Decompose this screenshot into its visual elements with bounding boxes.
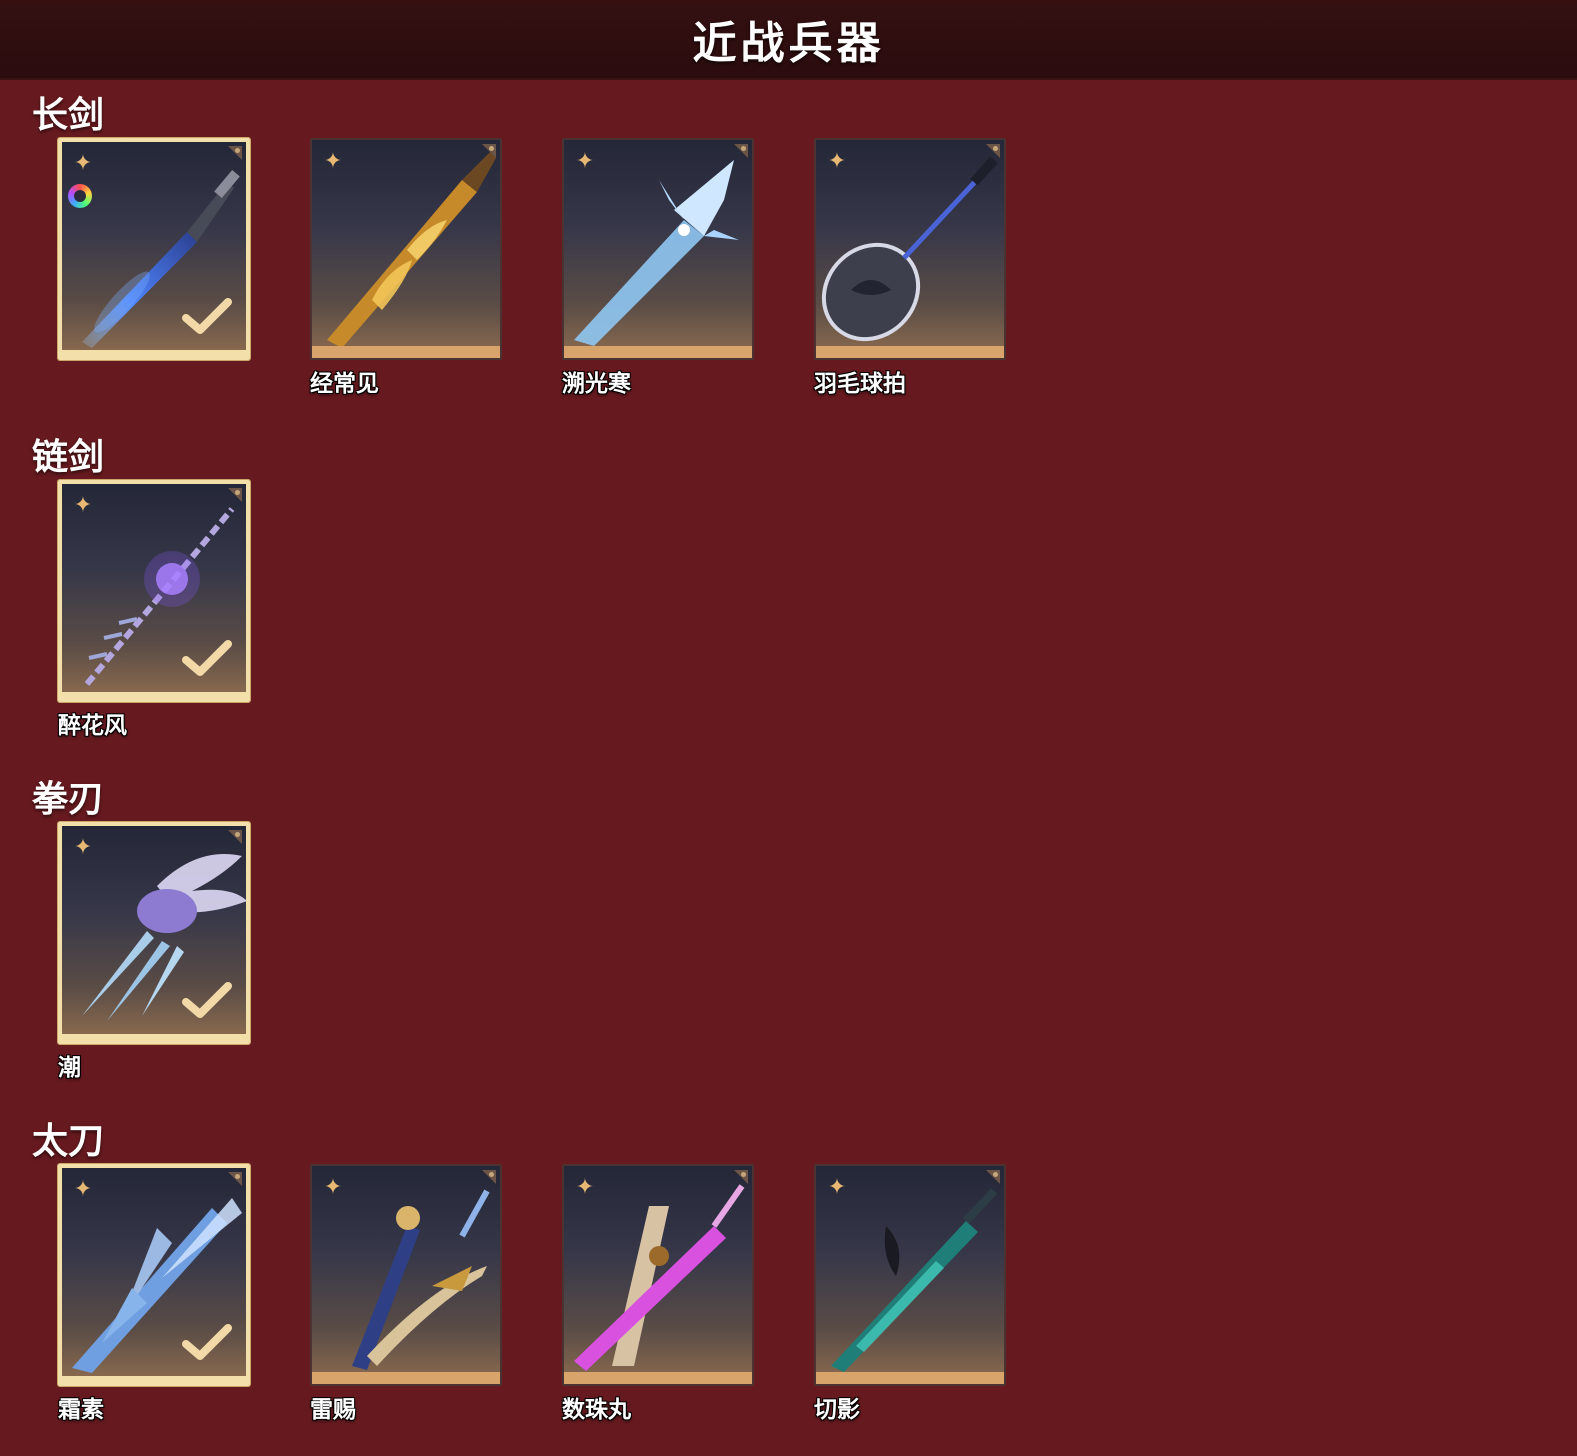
weapon-card-longsword-3[interactable]: ✦ 羽毛球拍 — [814, 138, 1006, 397]
star-emblem-icon: ✦ — [73, 835, 93, 860]
weapon-frame: ✦ — [310, 1164, 502, 1386]
weapon-frame: ✦ — [58, 138, 250, 360]
star-emblem-icon: ✦ — [73, 493, 93, 518]
weapon-name: 经常见 — [310, 371, 379, 397]
weapon-name: 潮 — [58, 1055, 81, 1081]
weapon-name: 霜素 — [58, 1397, 104, 1423]
section-title-longsword: 长剑 — [32, 95, 105, 136]
checkmark-icon — [182, 1324, 232, 1360]
checkmark-icon — [182, 640, 232, 676]
weapon-frame: ✦ — [58, 822, 250, 1044]
checkmark-icon — [182, 982, 232, 1018]
weapon-card-chainsword-0[interactable]: ✦ 醉花风 — [58, 480, 250, 739]
card-bottom-strip — [564, 346, 752, 358]
weapon-name: 溯光寒 — [562, 371, 631, 397]
weapon-frame: ✦ — [562, 138, 754, 360]
star-emblem-icon: ✦ — [323, 149, 343, 174]
card-bottom-strip — [62, 350, 246, 356]
star-emblem-icon: ✦ — [73, 151, 93, 176]
checkmark-icon — [182, 298, 232, 334]
star-emblem-icon: ✦ — [827, 1175, 847, 1200]
section-title-chainsword: 链剑 — [32, 437, 105, 478]
card-bottom-strip — [816, 1372, 1004, 1384]
weapon-card-longsword-1[interactable]: ✦ 经常见 — [310, 138, 502, 397]
weapon-card-fistblade-0[interactable]: ✦ 潮 — [58, 822, 250, 1081]
card-bottom-strip — [312, 1372, 500, 1384]
page-title: 近战兵器 — [692, 18, 885, 69]
weapon-name: 切影 — [814, 1397, 860, 1423]
weapon-frame: ✦ — [58, 480, 250, 702]
card-bottom-strip — [62, 692, 246, 698]
card-bottom-strip — [62, 1034, 246, 1040]
weapon-card-longsword-0[interactable]: ✦ — [58, 138, 250, 360]
weapon-frame: ✦ — [310, 138, 502, 360]
card-bottom-strip — [312, 346, 500, 358]
weapon-card-katana-1[interactable]: ✦ 雷赐 — [310, 1164, 502, 1423]
weapon-card-katana-3[interactable]: ✦ 切影 — [814, 1164, 1006, 1423]
star-emblem-icon: ✦ — [827, 149, 847, 174]
card-bottom-strip — [816, 346, 1004, 358]
weapon-card-longsword-2[interactable]: ✦ 溯光寒 — [562, 138, 754, 397]
header-bar: 近战兵器 — [0, 0, 1577, 80]
section-title-fistblade: 拳刃 — [32, 779, 105, 820]
color-ring-icon — [68, 184, 92, 208]
card-bottom-strip — [564, 1372, 752, 1384]
weapon-frame: ✦ — [814, 1164, 1006, 1386]
weapon-frame: ✦ — [562, 1164, 754, 1386]
weapon-frame: ✦ — [58, 1164, 250, 1386]
star-emblem-icon: ✦ — [323, 1175, 343, 1200]
section-title-katana: 太刀 — [32, 1121, 105, 1162]
weapon-name: 数珠丸 — [562, 1397, 631, 1423]
weapon-name: 雷赐 — [310, 1397, 356, 1423]
star-emblem-icon: ✦ — [575, 1175, 595, 1200]
weapon-name: 醉花风 — [58, 713, 127, 739]
weapon-frame: ✦ — [814, 138, 1006, 360]
weapon-name: 羽毛球拍 — [814, 371, 906, 397]
weapon-card-katana-0[interactable]: ✦ 霜素 — [58, 1164, 250, 1423]
weapon-card-katana-2[interactable]: ✦ 数珠丸 — [562, 1164, 754, 1423]
card-bottom-strip — [62, 1376, 246, 1382]
star-emblem-icon: ✦ — [73, 1177, 93, 1202]
star-emblem-icon: ✦ — [575, 149, 595, 174]
